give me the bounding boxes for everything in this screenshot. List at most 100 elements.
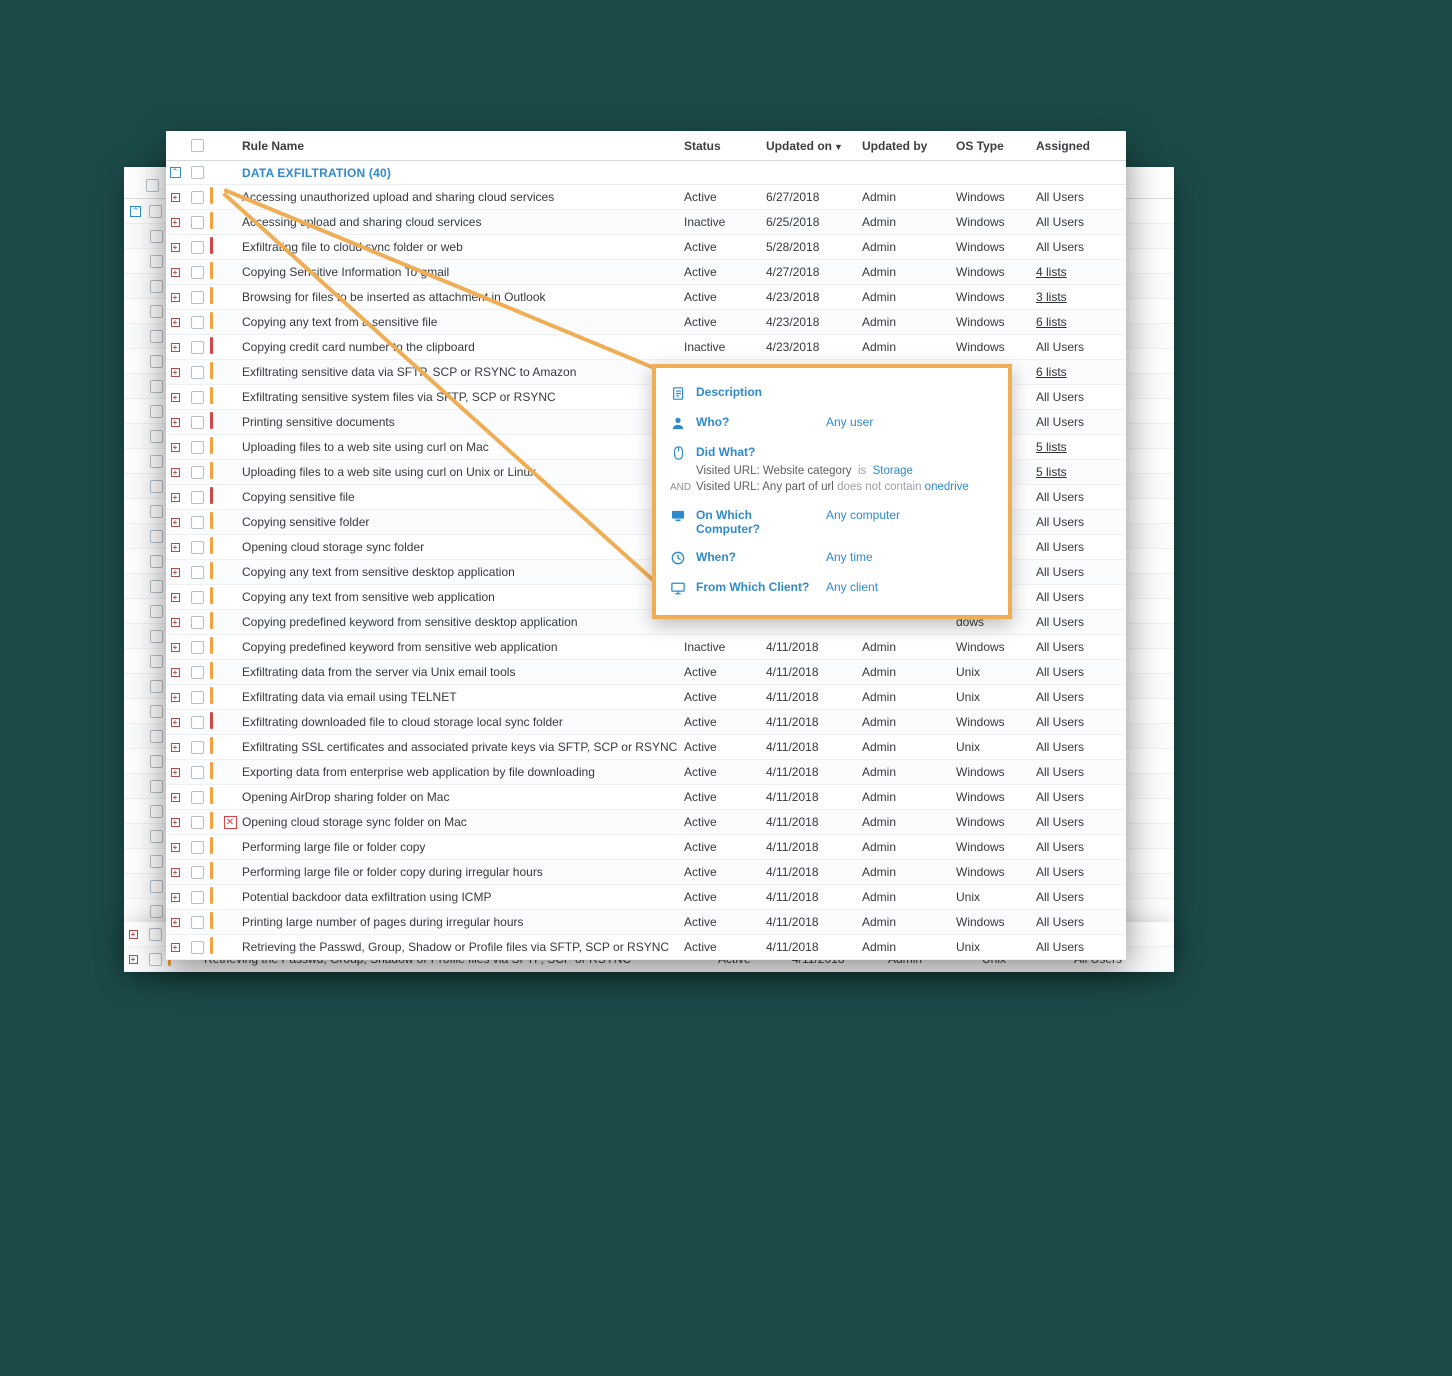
col-updated-by[interactable]: Updated by [862,139,956,153]
expand-icon[interactable] [171,768,180,777]
table-row[interactable]: Copying credit card number to the clipbo… [166,335,1126,360]
group-collapse-icon[interactable]: ⌃ [170,167,181,178]
row-checkbox-back[interactable] [150,755,163,768]
row-checkbox[interactable] [191,241,204,254]
row-checkbox-back[interactable] [150,630,163,643]
expand-icon[interactable] [129,930,138,939]
expand-icon[interactable] [171,568,180,577]
expand-icon[interactable] [171,868,180,877]
row-checkbox[interactable] [191,366,204,379]
row-checkbox-back[interactable] [150,555,163,568]
expand-icon[interactable] [171,943,180,952]
expand-icon[interactable] [171,618,180,627]
row-checkbox[interactable] [191,766,204,779]
row-checkbox-back[interactable] [150,505,163,518]
table-row[interactable]: Opening AirDrop sharing folder on MacAct… [166,785,1126,810]
row-checkbox[interactable] [191,791,204,804]
row-checkbox[interactable] [191,216,204,229]
expand-icon[interactable] [171,718,180,727]
expand-icon[interactable] [171,368,180,377]
expand-icon[interactable] [171,543,180,552]
assigned-cell[interactable]: 3 lists [1036,290,1126,304]
expand-icon[interactable] [171,193,180,202]
condition-value-link[interactable]: onedrive [925,481,969,493]
expand-icon[interactable] [171,393,180,402]
table-row[interactable]: Printing large number of pages during ir… [166,910,1126,935]
col-rule-name[interactable]: Rule Name [240,139,684,153]
row-checkbox-back[interactable] [150,580,163,593]
row-checkbox[interactable] [191,266,204,279]
row-checkbox[interactable] [191,716,204,729]
expand-icon[interactable] [171,218,180,227]
expand-icon[interactable] [171,318,180,327]
row-checkbox[interactable] [191,916,204,929]
table-row[interactable]: Copying any text from a sensitive fileAc… [166,310,1126,335]
when-value[interactable]: Any time [826,550,873,564]
row-checkbox-back[interactable] [150,730,163,743]
expand-icon[interactable] [171,893,180,902]
table-row[interactable]: Copying predefined keyword from sensitiv… [166,635,1126,660]
table-row[interactable]: Exfiltrating data via email using TELNET… [166,685,1126,710]
row-checkbox[interactable] [191,341,204,354]
collapse-icon[interactable]: ⌃ [130,206,141,217]
row-checkbox[interactable] [191,491,204,504]
row-checkbox[interactable] [191,891,204,904]
row-checkbox-back[interactable] [150,905,163,918]
expand-icon[interactable] [171,843,180,852]
expand-icon[interactable] [171,593,180,602]
row-checkbox[interactable] [191,291,204,304]
table-row[interactable]: Performing large file or folder copyActi… [166,835,1126,860]
table-row[interactable]: Exfiltrating SSL certificates and associ… [166,735,1126,760]
row-checkbox[interactable] [191,616,204,629]
table-row[interactable]: Retrieving the Passwd, Group, Shadow or … [166,935,1126,960]
table-row[interactable]: Exporting data from enterprise web appli… [166,760,1126,785]
row-checkbox[interactable] [149,953,162,966]
row-checkbox[interactable] [191,316,204,329]
condition-value-link[interactable]: Storage [873,465,913,477]
row-checkbox[interactable] [191,191,204,204]
row-checkbox-back[interactable] [150,305,163,318]
expand-icon[interactable] [171,243,180,252]
group-row[interactable]: ⌃ DATA EXFILTRATION (40) [166,161,1126,185]
header-checkbox-back[interactable] [146,179,159,192]
table-row[interactable]: Exfiltrating file to cloud sync folder o… [166,235,1126,260]
expand-icon[interactable] [171,468,180,477]
table-row[interactable]: Potential backdoor data exfiltration usi… [166,885,1126,910]
table-row[interactable]: Accessing unauthorized upload and sharin… [166,185,1126,210]
row-checkbox[interactable] [191,441,204,454]
row-checkbox[interactable] [191,691,204,704]
client-value[interactable]: Any client [826,580,878,594]
expand-icon[interactable] [129,955,138,964]
row-checkbox[interactable] [191,416,204,429]
row-checkbox-back[interactable] [150,380,163,393]
expand-icon[interactable] [171,493,180,502]
row-checkbox-back[interactable] [150,705,163,718]
row-checkbox-back[interactable] [150,355,163,368]
expand-icon[interactable] [171,918,180,927]
row-checkbox-back[interactable] [150,530,163,543]
row-checkbox-back[interactable] [150,230,163,243]
row-checkbox[interactable] [191,591,204,604]
expand-icon[interactable] [171,693,180,702]
expand-icon[interactable] [171,418,180,427]
row-checkbox[interactable] [191,741,204,754]
table-row[interactable]: Exfiltrating data from the server via Un… [166,660,1126,685]
assigned-cell[interactable]: 6 lists [1036,315,1126,329]
table-row[interactable]: Performing large file or folder copy dur… [166,860,1126,885]
row-checkbox[interactable] [191,816,204,829]
expand-icon[interactable] [171,293,180,302]
row-checkbox-back[interactable] [150,680,163,693]
row-checkbox[interactable] [191,866,204,879]
row-checkbox-back[interactable] [150,430,163,443]
expand-icon[interactable] [171,668,180,677]
computer-value[interactable]: Any computer [826,508,900,522]
row-checkbox[interactable] [191,466,204,479]
row-checkbox-back[interactable] [150,805,163,818]
row-checkbox[interactable] [149,928,162,941]
table-row[interactable]: Exfiltrating downloaded file to cloud st… [166,710,1126,735]
assigned-cell[interactable]: 5 lists [1036,465,1126,479]
row-checkbox[interactable] [191,391,204,404]
row-checkbox-back[interactable] [150,655,163,668]
row-checkbox-back[interactable] [150,855,163,868]
expand-icon[interactable] [171,743,180,752]
